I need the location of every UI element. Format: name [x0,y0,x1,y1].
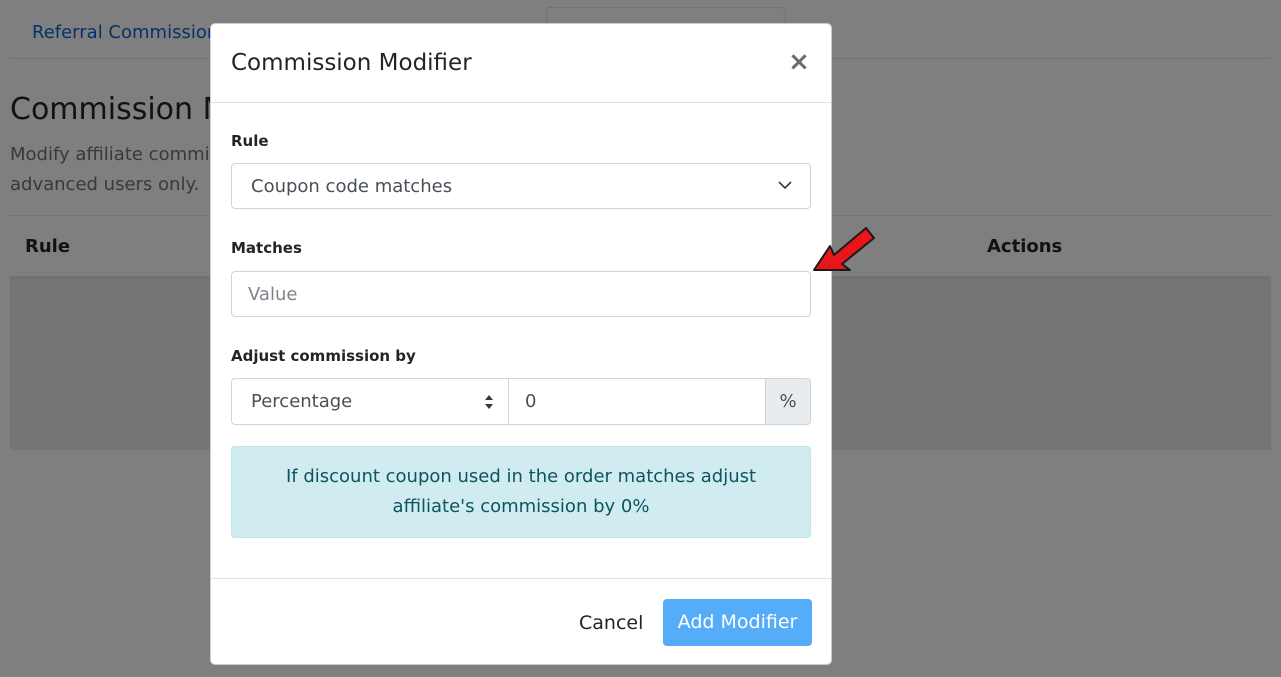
modal-title: Commission Modifier [231,50,472,76]
percent-addon: % [765,378,811,425]
adjust-value-input[interactable]: 0 [508,378,766,425]
adjust-commission-label: Adjust commission by [231,347,416,365]
chevron-down-icon [778,181,792,190]
rule-select[interactable]: Coupon code matches [231,163,811,209]
summary-line-2: affiliate's commission by 0% [392,496,650,517]
modal-footer-divider [211,578,831,579]
modal-header: Commission Modifier × [211,24,831,103]
matches-label: Matches [231,239,302,257]
summary-alert: If discount coupon used in the order mat… [231,446,811,538]
adjust-value-text: 0 [525,391,537,412]
adjust-type-select[interactable]: Percentage [231,378,509,425]
arrow-pointer-icon [813,227,875,271]
commission-modifier-modal: Commission Modifier × Rule Coupon code m… [210,23,832,665]
rule-select-value: Coupon code matches [251,176,453,197]
close-icon[interactable]: × [785,48,813,76]
rule-label: Rule [231,132,269,150]
updown-icon [485,395,493,409]
summary-line-1: If discount coupon used in the order mat… [285,466,757,487]
add-modifier-button[interactable]: Add Modifier [663,599,812,646]
adjust-commission-group: Percentage 0 % [231,378,811,425]
matches-input[interactable]: Value [231,271,811,317]
adjust-type-value: Percentage [251,391,353,412]
matches-input-placeholder: Value [248,284,298,305]
cancel-button[interactable]: Cancel [579,612,643,634]
